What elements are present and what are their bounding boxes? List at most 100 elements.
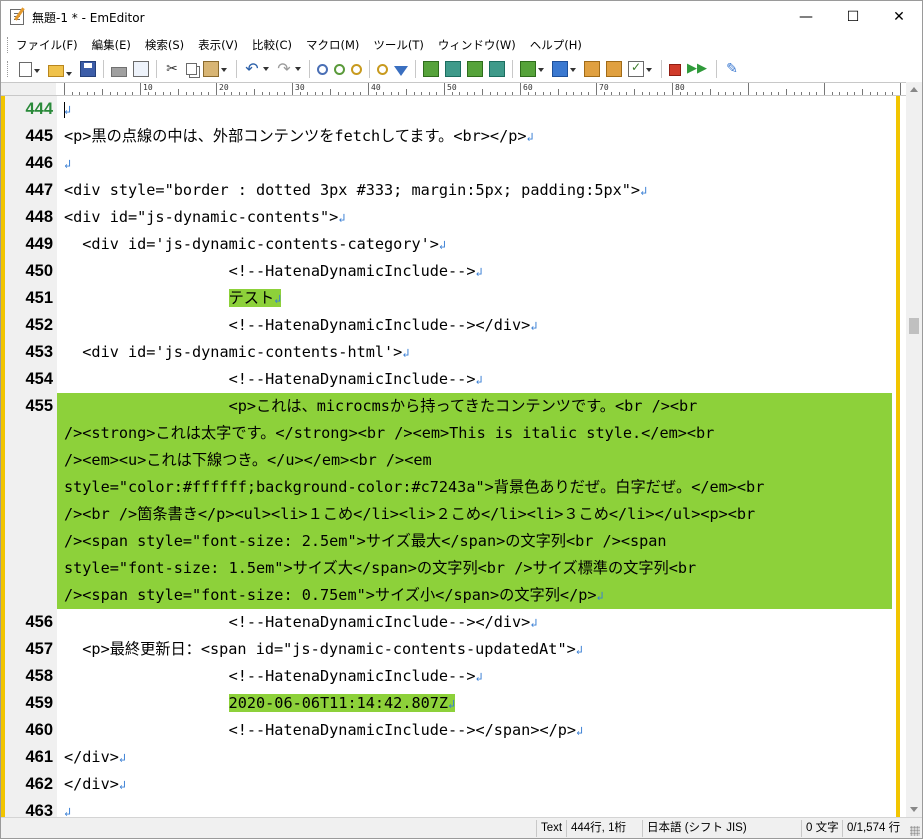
- menu-tools[interactable]: ツール(T): [373, 37, 424, 53]
- line-number[interactable]: 450: [5, 258, 55, 285]
- line-number[interactable]: 459: [5, 690, 55, 717]
- line-number[interactable]: 448: [5, 204, 55, 231]
- status-position[interactable]: 444行, 1桁: [566, 820, 630, 837]
- line-number[interactable]: 457: [5, 636, 55, 663]
- menu-macro[interactable]: マクロ(M): [306, 37, 359, 53]
- find-next-icon[interactable]: [334, 63, 345, 75]
- scroll-up-icon[interactable]: [910, 87, 918, 92]
- find-icon[interactable]: [317, 63, 328, 75]
- editor-line[interactable]: 453 <div id='js-dynamic-contents-html'>↲: [1, 339, 896, 366]
- paste-icon[interactable]: [203, 61, 227, 77]
- print-preview-icon[interactable]: [133, 61, 149, 77]
- properties-icon[interactable]: [584, 61, 600, 77]
- editor-line[interactable]: 454 <!--HatenaDynamicInclude-->↲: [1, 366, 896, 393]
- menu-file[interactable]: ファイル(F): [16, 37, 78, 53]
- editor-line-wrapped[interactable]: 455 <p>これは、microcmsから持ってきたコンテンツです。<br />…: [1, 393, 896, 609]
- menu-view[interactable]: 表示(V): [198, 37, 238, 53]
- editor-line[interactable]: 445 <p>黒の点線の中は、外部コンテンツをfetchしてます。<br></p>…: [1, 123, 896, 150]
- run-macro-icon[interactable]: ▶▶: [687, 61, 707, 77]
- line-number[interactable]: 452: [5, 312, 55, 339]
- column-ruler[interactable]: 10 20 30 40 50 60 70 80: [1, 82, 906, 96]
- ruler-tick: [254, 89, 255, 95]
- output-bar-icon[interactable]: [520, 61, 544, 77]
- sync-scroll-icon[interactable]: [467, 61, 483, 77]
- checklist-icon[interactable]: [628, 60, 652, 77]
- stop-macro-icon[interactable]: [669, 64, 681, 76]
- line-number[interactable]: 446: [5, 150, 55, 177]
- menubar-grip[interactable]: [7, 37, 10, 53]
- editor-line[interactable]: 450 <!--HatenaDynamicInclude-->↲: [1, 258, 896, 285]
- highlight-icon[interactable]: [377, 63, 388, 75]
- line-number[interactable]: 462: [5, 771, 55, 798]
- open-folder-icon[interactable]: [48, 64, 72, 77]
- ruler-tick: [216, 83, 217, 95]
- window-tile-icon[interactable]: [423, 61, 439, 77]
- settings-icon[interactable]: [606, 61, 622, 77]
- toolbar-grip[interactable]: [7, 61, 10, 77]
- editor-line[interactable]: 451 テスト↲: [1, 285, 896, 312]
- editor-line[interactable]: 463 ↲: [1, 798, 896, 817]
- copy-icon[interactable]: [186, 63, 197, 75]
- scroll-thumb[interactable]: [909, 318, 919, 334]
- menu-window[interactable]: ウィンドウ(W): [438, 37, 516, 53]
- editor-line[interactable]: 448 <div id="js-dynamic-contents">↲: [1, 204, 896, 231]
- line-number[interactable]: 445: [5, 123, 55, 150]
- editor-line[interactable]: 446 ↲: [1, 150, 896, 177]
- line-number[interactable]: 458: [5, 663, 55, 690]
- ruler-tick: [839, 92, 841, 95]
- save-icon[interactable]: [80, 61, 96, 77]
- status-mode[interactable]: Text: [536, 820, 566, 837]
- close-button[interactable]: ✕: [876, 1, 922, 33]
- status-encoding[interactable]: 日本語 (シフト JIS): [642, 820, 751, 837]
- emeditor-app-icon[interactable]: [10, 9, 24, 25]
- emeditor-window: 無題-1 * - EmEditor — ☐ ✕ ファイル(F) 編集(E) 検索…: [0, 0, 923, 839]
- menu-help[interactable]: ヘルプ(H): [530, 37, 582, 53]
- line-text: </div>↲: [64, 771, 126, 798]
- line-number[interactable]: 453: [5, 339, 55, 366]
- line-number[interactable]: 454: [5, 366, 55, 393]
- maximize-button[interactable]: ☐: [830, 1, 876, 33]
- line-number[interactable]: 461: [5, 744, 55, 771]
- redo-icon[interactable]: ↷: [276, 61, 301, 77]
- undo-icon[interactable]: ↶: [244, 61, 269, 77]
- editor-line[interactable]: 452 <!--HatenaDynamicInclude--></div>↲: [1, 312, 896, 339]
- editor-line[interactable]: 459 2020-06-06T11:14:42.807Z↲: [1, 690, 896, 717]
- editor-line[interactable]: 456 <!--HatenaDynamicInclude--></div>↲: [1, 609, 896, 636]
- menu-edit[interactable]: 編集(E): [92, 37, 131, 53]
- ruler-tick: [580, 92, 582, 95]
- web-icon[interactable]: [552, 61, 576, 77]
- line-number[interactable]: 463: [5, 798, 55, 817]
- scroll-down-icon[interactable]: [910, 807, 918, 812]
- line-number[interactable]: 460: [5, 717, 55, 744]
- line-number[interactable]: 451: [5, 285, 55, 312]
- cut-icon[interactable]: ✂: [164, 61, 180, 77]
- editor-line[interactable]: 461 </div>↲: [1, 744, 896, 771]
- vertical-scrollbar[interactable]: [906, 82, 922, 817]
- window-cascade-icon[interactable]: [445, 61, 461, 77]
- tools-icon[interactable]: ✎: [724, 61, 740, 77]
- menu-search[interactable]: 検索(S): [145, 37, 184, 53]
- editor-line[interactable]: 444 ↲: [1, 96, 896, 123]
- compare-icon[interactable]: [489, 61, 505, 77]
- text-editor[interactable]: 444 ↲ 445 <p>黒の点線の中は、外部コンテンツをfetchしてます。<br>…: [1, 96, 906, 817]
- line-number[interactable]: 455: [5, 393, 55, 420]
- editor-line[interactable]: 462 </div>↲: [1, 771, 896, 798]
- line-number[interactable]: 444: [5, 96, 55, 123]
- line-number[interactable]: 456: [5, 609, 55, 636]
- editor-line[interactable]: 460 <!--HatenaDynamicInclude--></span></…: [1, 717, 896, 744]
- status-bar: Text 444行, 1桁 日本語 (シフト JIS) 0 文字 0/1,574…: [1, 817, 922, 838]
- print-icon[interactable]: [111, 66, 127, 77]
- editor-line[interactable]: 447 <div style="border : dotted 3px #333;…: [1, 177, 896, 204]
- editor-line[interactable]: 458 <!--HatenaDynamicInclude-->↲: [1, 663, 896, 690]
- new-document-icon[interactable]: [19, 61, 40, 77]
- editor-line[interactable]: 449 <div id='js-dynamic-contents-categor…: [1, 231, 896, 258]
- eol-mark-icon: ↲: [64, 805, 72, 817]
- line-number[interactable]: 447: [5, 177, 55, 204]
- editor-line[interactable]: 457 <p>最終更新日：<span id="js-dynamic-conten…: [1, 636, 896, 663]
- resize-grip-icon[interactable]: [910, 826, 920, 836]
- find-previous-icon[interactable]: [351, 63, 362, 75]
- line-number[interactable]: 449: [5, 231, 55, 258]
- minimize-button[interactable]: —: [783, 1, 829, 33]
- filter-icon[interactable]: [394, 65, 408, 76]
- menu-compare[interactable]: 比較(C): [252, 37, 292, 53]
